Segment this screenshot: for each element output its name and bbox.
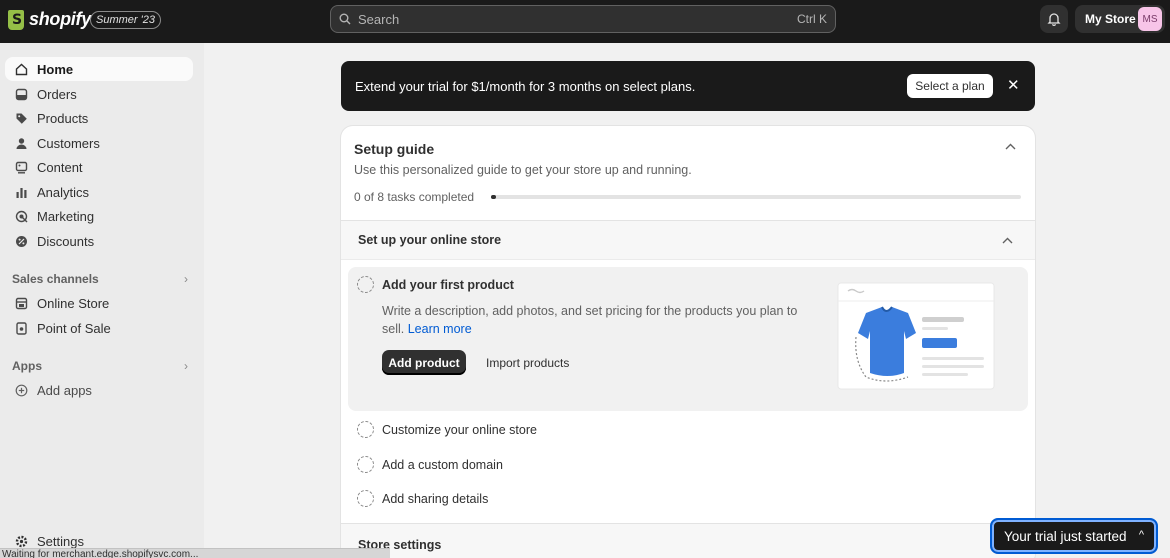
sidebar-item-label: Settings: [37, 533, 84, 549]
sidebar-item-label: Orders: [37, 86, 77, 102]
sidebar-item-online-store[interactable]: Online Store: [5, 291, 193, 315]
import-products-button[interactable]: Import products: [486, 356, 569, 370]
logo-text: shopify: [29, 9, 91, 29]
edition-badge[interactable]: Summer '23: [90, 11, 161, 29]
trial-label: Your trial just started: [1004, 528, 1127, 544]
sidebar-item-customers[interactable]: Customers: [5, 131, 193, 155]
task-checkbox[interactable]: [357, 456, 374, 473]
sidebar: Home Orders Products Customers Content A…: [0, 43, 204, 558]
task-add-first-product: Add your first product Write a descripti…: [348, 267, 1028, 411]
search-icon: [339, 13, 351, 25]
sidebar-item-label: Online Store: [37, 295, 110, 311]
tag-icon: [14, 111, 28, 125]
task-checkbox[interactable]: [357, 421, 374, 438]
sidebar-item-orders[interactable]: Orders: [5, 82, 193, 106]
setup-guide-card: Setup guide Use this personalized guide …: [341, 126, 1035, 558]
close-icon[interactable]: ✕: [1007, 76, 1020, 94]
learn-more-link[interactable]: Learn more: [408, 322, 472, 336]
progress-bar: [491, 195, 1021, 199]
sidebar-item-label: Content: [37, 159, 83, 175]
chevron-up-icon: [1002, 233, 1013, 247]
pos-icon: [14, 321, 28, 335]
gear-icon: [14, 534, 28, 548]
apps-label: Apps: [12, 359, 42, 373]
task-custom-domain[interactable]: Add a custom domain: [382, 458, 503, 472]
target-icon: [14, 209, 28, 223]
add-product-button[interactable]: Add product: [382, 350, 466, 375]
task-checkbox[interactable]: [357, 276, 374, 293]
notifications-button[interactable]: [1040, 5, 1068, 33]
home-icon: [14, 62, 28, 76]
sales-channels-header[interactable]: Sales channels ›: [12, 272, 188, 286]
sidebar-item-label: Analytics: [37, 184, 90, 200]
chevron-up-icon[interactable]: [1005, 139, 1016, 153]
setup-guide-title: Setup guide: [354, 141, 435, 157]
sidebar-item-point-of-sale[interactable]: Point of Sale: [5, 316, 193, 340]
trial-status-button[interactable]: Your trial just started ^: [990, 518, 1158, 554]
task-sharing-details[interactable]: Add sharing details: [382, 492, 488, 506]
top-bar: shopify Summer '23 Search Ctrl K My Stor…: [0, 0, 1170, 43]
sidebar-item-label: Marketing: [37, 208, 95, 224]
apps-header[interactable]: Apps ›: [12, 359, 188, 373]
chevron-right-icon: ›: [184, 272, 188, 286]
bar-chart-icon: [14, 185, 28, 199]
tshirt-illustration: [837, 282, 995, 390]
sidebar-item-discounts[interactable]: Discounts: [5, 229, 193, 253]
sales-channels-label: Sales channels: [12, 272, 99, 286]
search-bar[interactable]: Search Ctrl K: [330, 5, 836, 33]
task-checkbox[interactable]: [357, 490, 374, 507]
sidebar-item-label: Products: [37, 110, 89, 126]
search-shortcut: Ctrl K: [797, 12, 827, 26]
discount-icon: [14, 234, 28, 248]
content-icon: [14, 160, 28, 174]
section-header-online-store[interactable]: Set up your online store: [341, 220, 1035, 260]
caret-up-icon: ^: [1138, 529, 1144, 541]
store-name: My Store: [1085, 12, 1136, 26]
browser-status-bar: Waiting for merchant.edge.shopifysvc.com…: [0, 548, 390, 558]
chevron-right-icon: ›: [184, 359, 188, 373]
select-plan-button[interactable]: Select a plan: [907, 74, 993, 98]
sidebar-item-content[interactable]: Content: [5, 155, 193, 179]
section-header-store-settings[interactable]: Store settings: [341, 523, 1035, 558]
bell-icon: [1047, 13, 1061, 26]
sidebar-item-analytics[interactable]: Analytics: [5, 180, 193, 204]
sidebar-item-marketing[interactable]: Marketing: [5, 204, 193, 228]
trial-banner: Extend your trial for $1/month for 3 mon…: [341, 61, 1035, 111]
store-icon: [14, 296, 28, 310]
plus-circle-icon: [14, 383, 28, 397]
person-icon: [14, 136, 28, 150]
avatar: MS: [1138, 7, 1162, 31]
store-menu-button[interactable]: My Store MS: [1075, 5, 1165, 33]
task-customize-store[interactable]: Customize your online store: [382, 423, 537, 437]
search-placeholder: Search: [358, 11, 400, 27]
progress-fill: [491, 195, 497, 199]
orders-icon: [14, 87, 28, 101]
sidebar-item-label: Discounts: [37, 233, 95, 249]
banner-text: Extend your trial for $1/month for 3 mon…: [355, 78, 696, 94]
progress-text: 0 of 8 tasks completed: [354, 190, 475, 204]
shopify-bag-icon: [8, 9, 24, 30]
sidebar-item-label: Customers: [37, 135, 100, 151]
sidebar-item-label: Add apps: [37, 382, 92, 398]
section-title: Set up your online store: [358, 233, 502, 247]
sidebar-item-label: Point of Sale: [37, 320, 111, 336]
shopify-logo[interactable]: shopify: [8, 9, 91, 30]
setup-guide-subtitle: Use this personalized guide to get your …: [354, 163, 692, 177]
sidebar-item-label: Home: [37, 61, 74, 77]
sidebar-item-products[interactable]: Products: [5, 106, 193, 130]
sidebar-item-home[interactable]: Home: [5, 57, 193, 81]
sidebar-item-add-apps[interactable]: Add apps: [5, 378, 193, 402]
task-description: Write a description, add photos, and set…: [382, 302, 802, 338]
task-title: Add your first product: [382, 278, 514, 292]
